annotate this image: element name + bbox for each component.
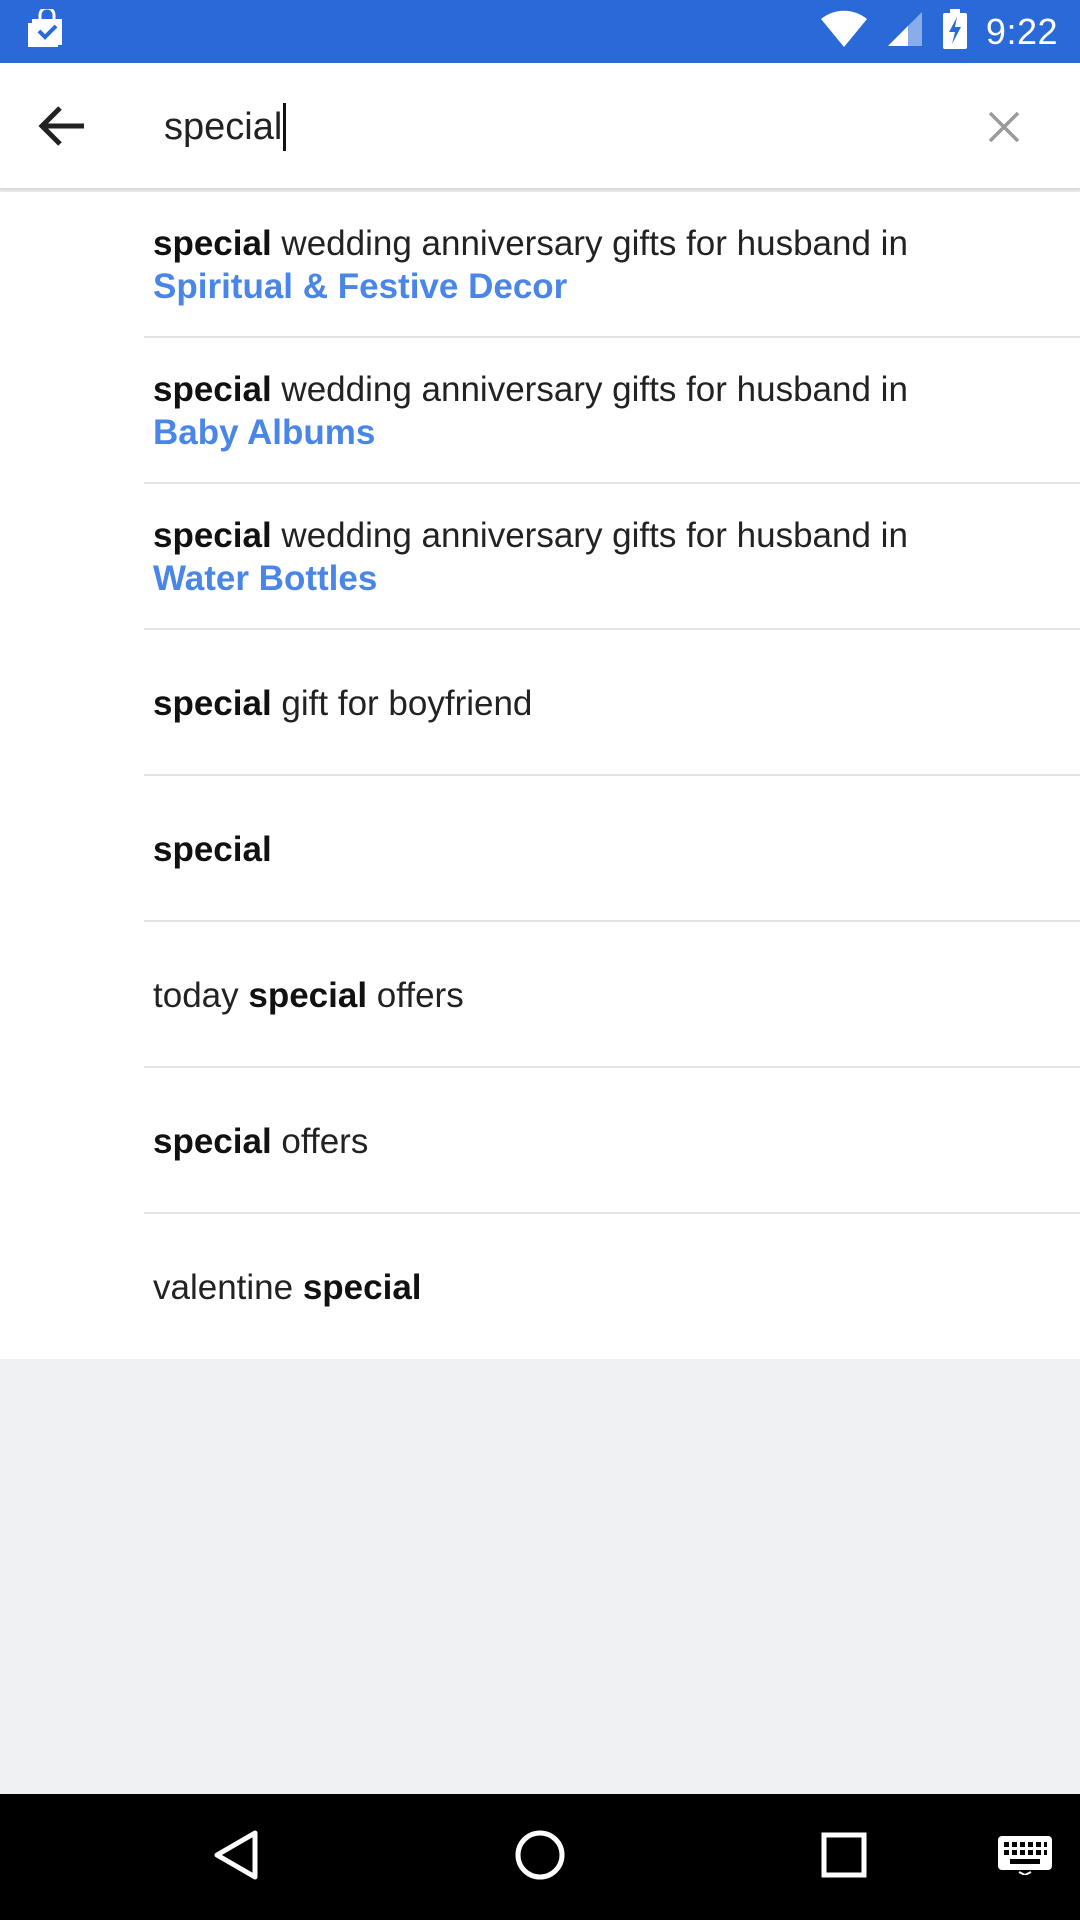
back-button[interactable] [24,90,100,166]
suggestion-item[interactable]: special wedding anniversary gifts for hu… [0,484,1080,630]
suggestion-text: special wedding anniversary gifts for hu… [153,514,1040,557]
suggestion-prefix: today [153,975,249,1015]
suggestion-text: special wedding anniversary gifts for hu… [153,368,1040,411]
close-icon [988,111,1020,148]
nav-back-button[interactable] [201,1822,271,1892]
suggestion-text: special wedding anniversary gifts for hu… [153,222,1040,265]
suggestion-item[interactable]: special [0,776,1080,922]
clear-search-button[interactable] [968,93,1040,165]
suggestion-list: special wedding anniversary gifts for hu… [0,192,1080,1359]
suggestion-category[interactable]: Water Bottles [153,557,1040,600]
suggestion-text: special [153,828,1040,871]
cellular-signal-icon [886,10,924,53]
suggestion-item[interactable]: special wedding anniversary gifts for hu… [0,192,1080,338]
status-time: 9:22 [985,10,1058,52]
suggestion-suffix: offers [271,1121,369,1161]
nav-recents-button[interactable] [809,1822,879,1892]
search-input-text: special [164,105,283,148]
battery-charging-icon [942,9,968,54]
suggestion-suffix: wedding anniversary gifts for husband in [271,370,908,409]
nav-home-button[interactable] [505,1822,575,1892]
recents-square-icon [821,1832,867,1883]
suggestion-suffix: wedding anniversary gifts for husband in [271,516,908,555]
suggestion-keyword: special [153,370,272,409]
status-right: 9:22 [820,9,1058,54]
system-nav-bar [0,1794,1080,1920]
suggestion-prefix: valentine [153,1267,303,1307]
suggestion-suffix: gift for boyfriend [271,683,533,723]
suggestion-keyword: special [153,683,272,723]
suggestion-keyword: special [153,516,272,555]
suggestion-item[interactable]: special gift for boyfriend [0,630,1080,776]
suggestion-text: special offers [153,1120,1040,1163]
text-caret [283,103,287,151]
status-left [26,6,68,54]
suggestion-suffix: offers [367,975,464,1015]
suggestion-suffix: wedding anniversary gifts for husband in [271,224,908,263]
search-input[interactable]: special [164,87,287,167]
suggestion-keyword: special [153,224,272,263]
suggestion-keyword: special [153,1121,272,1161]
suggestion-category[interactable]: Spiritual & Festive Decor [153,265,1040,308]
suggestion-text: today special offers [153,974,1040,1017]
suggestion-text: valentine special [153,1266,1040,1309]
keyboard-icon [997,1835,1053,1880]
suggestion-text: special gift for boyfriend [153,682,1040,725]
wifi-icon [820,10,868,53]
suggestion-item[interactable]: special wedding anniversary gifts for hu… [0,338,1080,484]
suggestion-item[interactable]: today special offers [0,922,1080,1068]
suggestion-item[interactable]: valentine special [0,1214,1080,1360]
shopping-bag-notification-icon [26,6,68,54]
suggestion-item[interactable]: special offers [0,1068,1080,1214]
arrow-left-icon [38,104,86,153]
status-bar: 9:22 [0,0,1080,63]
back-triangle-icon [213,1829,259,1886]
search-header: special [0,63,1080,190]
home-circle-icon [514,1829,566,1886]
suggestion-keyword: special [248,975,368,1015]
suggestion-keyword: special [302,1267,422,1307]
suggestion-category[interactable]: Baby Albums [153,411,1040,454]
suggestion-keyword: special [153,829,272,869]
keyboard-toggle-button[interactable] [993,1822,1057,1892]
